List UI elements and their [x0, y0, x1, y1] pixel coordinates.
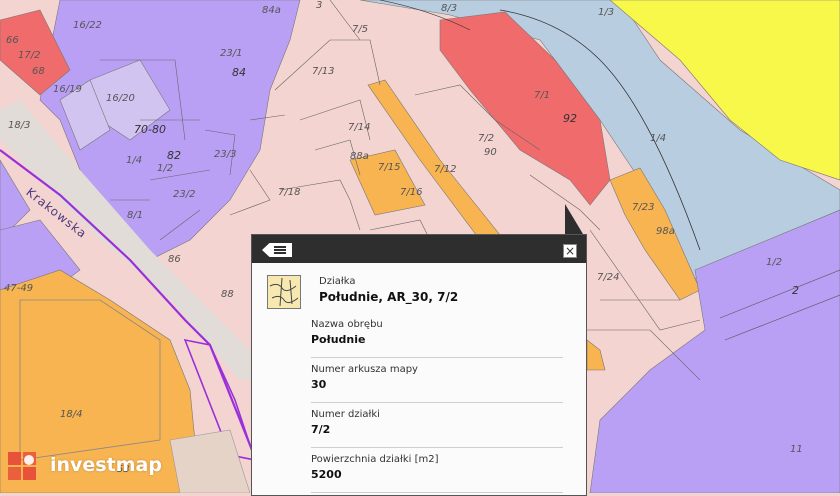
parcel-label: 11 [790, 444, 803, 455]
parcel-label: 1/2 [157, 163, 174, 174]
parcel-label: 7/18 [278, 187, 301, 198]
layer-type: Działka [319, 276, 356, 287]
field-value: 7/2 [311, 423, 331, 436]
field-label: Numer działki [311, 409, 380, 420]
parcel-label: 16/19 [53, 84, 82, 95]
address-label: 82 [167, 149, 181, 162]
parcel-label: 7/23 [632, 202, 655, 213]
parcel-label: 68 [32, 66, 45, 77]
field-label: Nazwa obrębu [311, 319, 383, 330]
parcel-label: 3 [316, 0, 323, 11]
logo-text: investmap [50, 454, 162, 476]
parcel-label: 7/16 [400, 187, 423, 198]
address-label: 90 [484, 147, 497, 158]
field-value: 5200 [311, 468, 342, 481]
parcel-label: 7/2 [478, 133, 495, 144]
layer-title: Południe, AR_30, 7/2 [319, 290, 459, 304]
parcel-label: 84a [262, 5, 281, 16]
popup-header: × [252, 235, 586, 263]
parcel-label: 7/12 [434, 164, 457, 175]
parcel-label: 47-49 [4, 283, 34, 294]
close-icon[interactable]: × [563, 244, 577, 258]
field-numer-dzialki: Numer działki 7/2 [311, 409, 563, 448]
field-label: Powierzchnia działki [m2] [311, 454, 439, 465]
parcel-label: 18/4 [60, 409, 83, 420]
parcel-label: 7/24 [597, 272, 620, 283]
address-label: 88a [350, 151, 369, 162]
parcel-label: 1/4 [126, 155, 143, 166]
field-value: Południe [311, 333, 366, 346]
parcel-label: 7/5 [352, 24, 369, 35]
parcel-label: 17/2 [18, 50, 41, 61]
list-icon[interactable] [262, 243, 292, 257]
address-label: 88 [221, 289, 234, 300]
parcel-label: 7/13 [312, 66, 335, 77]
parcel-label: 8/3 [441, 3, 458, 14]
parcel-label: 1/2 [766, 257, 783, 268]
address-label: 84 [232, 66, 246, 79]
parcel-label: 1/4 [650, 133, 667, 144]
parcel-label: 16/20 [106, 93, 135, 104]
parcel-label: 16/22 [73, 20, 102, 31]
parcel-label: 23/2 [173, 189, 196, 200]
parcel-label: 18/3 [8, 120, 31, 131]
parcel-label: 1/3 [598, 7, 615, 18]
parcel-label: 7/1 [534, 90, 551, 101]
address-label: 98a [656, 226, 675, 237]
parcel-label: 8/1 [127, 210, 144, 221]
address-label: 70-80 [134, 123, 166, 136]
investmap-logo-icon [8, 452, 36, 480]
field-numer-arkusza: Numer arkusza mapy 30 [311, 364, 563, 403]
address-label: 2 [792, 284, 799, 297]
address-label: 92 [563, 112, 577, 125]
field-label: Numer arkusza mapy [311, 364, 418, 375]
parcel-label: 23/3 [214, 149, 237, 160]
field-value: 30 [311, 378, 327, 391]
parcel-layer-icon [267, 275, 301, 309]
parcel-label: 7/14 [348, 122, 371, 133]
parcel-label: 66 [6, 35, 19, 46]
parcel-label: 7/15 [378, 162, 401, 173]
parcel-info-popup: × Działka Południe, AR_30, 7/2 Nazwa obr… [251, 234, 587, 496]
address-label: 86 [168, 254, 181, 265]
parcel-label: 23/1 [220, 48, 243, 59]
popup-body: Działka Południe, AR_30, 7/2 Nazwa obręb… [252, 263, 586, 495]
popup-pointer [565, 204, 583, 234]
field-nazwa-obrebu: Nazwa obrębu Południe [311, 319, 563, 358]
field-powierzchnia: Powierzchnia działki [m2] 5200 [311, 454, 563, 493]
